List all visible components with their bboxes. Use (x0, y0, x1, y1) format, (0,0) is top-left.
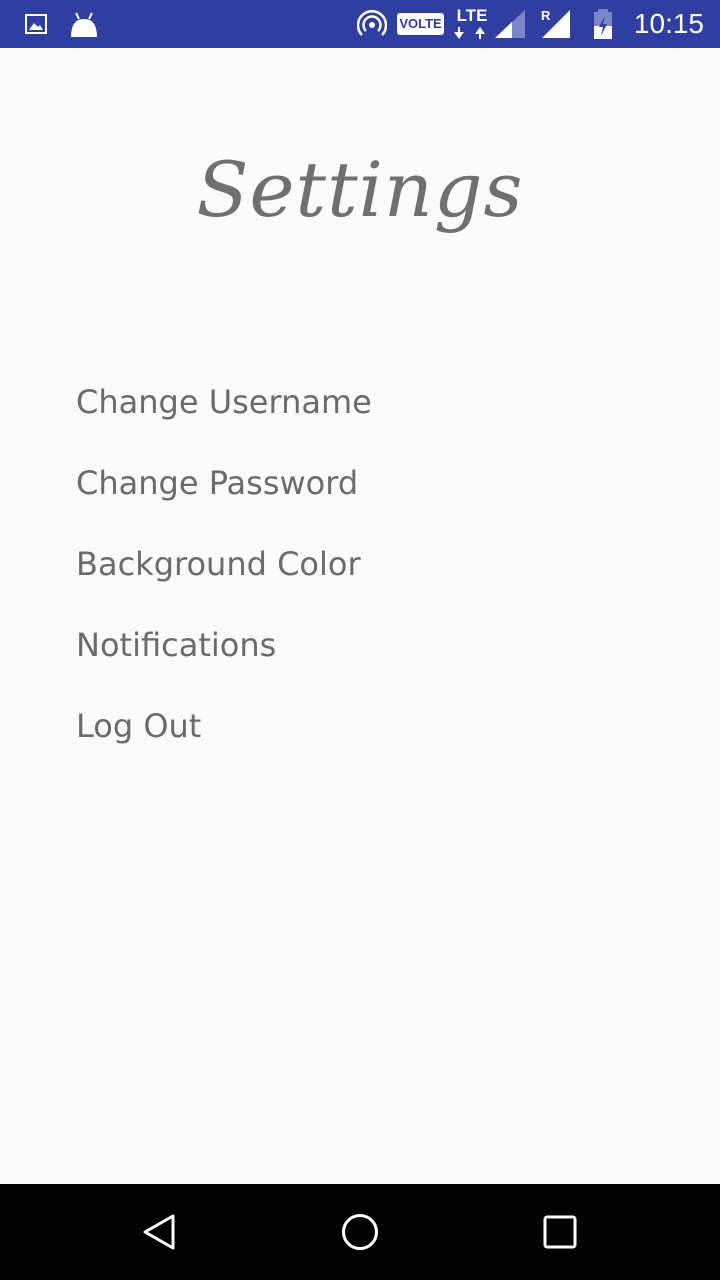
home-button[interactable] (300, 1184, 420, 1280)
menu-item-change-username[interactable]: Change Username (76, 370, 636, 451)
roaming-signal-icon (540, 10, 572, 40)
menu-item-notifications[interactable]: Notifications (76, 613, 636, 694)
android-notification-icon (68, 8, 100, 40)
settings-menu: Change Username Change Password Backgrou… (76, 370, 636, 775)
recents-button[interactable] (500, 1184, 620, 1280)
volte-icon: VOLTE (397, 13, 444, 35)
back-icon (143, 1214, 175, 1250)
menu-item-background-color[interactable]: Background Color (76, 532, 636, 613)
back-button[interactable] (100, 1184, 220, 1280)
hotspot-icon (357, 10, 387, 40)
status-time: 10:15 (633, 8, 704, 39)
gallery-notification-icon (24, 12, 48, 36)
recents-icon (543, 1215, 577, 1249)
navigation-bar (0, 1184, 720, 1280)
menu-item-log-out[interactable]: Log Out (76, 694, 636, 775)
page-title: Settings (196, 145, 524, 234)
status-bar: VOLTE LTE R 10:15 (0, 0, 720, 48)
battery-icon (590, 8, 616, 40)
home-icon (342, 1214, 378, 1250)
menu-item-change-password[interactable]: Change Password (76, 451, 636, 532)
lte-data-icon: LTE (454, 7, 490, 40)
network-type-label: LTE (456, 6, 488, 25)
signal-icon (495, 10, 527, 40)
